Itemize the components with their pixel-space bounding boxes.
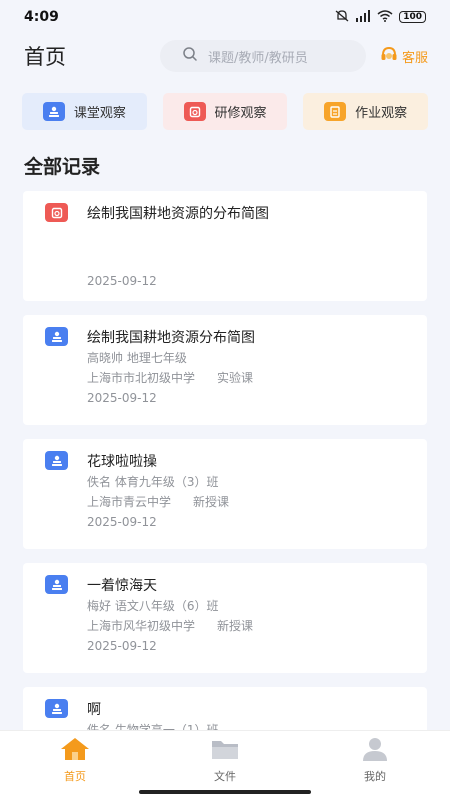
record-school: 上海市风华初级中学 [87,619,196,633]
classroom-observation-button[interactable]: 课堂观察 [22,93,147,130]
record-card[interactable]: 绘制我国耕地资源分布简图 高晓帅 地理七年级 上海市市北初级中学 实验课 2025… [23,315,427,425]
page-title: 首页 [24,45,66,69]
record-card[interactable]: 一着惊海天 梅好 语文八年级（6）班 上海市风华初级中学 新授课 2025-09-… [23,563,427,673]
record-title: 绘制我国耕地资源的分布简图 [87,206,269,222]
record-date: 2025-09-12 [87,274,157,288]
record-lesson-type: 实验课 [217,371,254,385]
record-lesson-type: 新授课 [217,619,254,633]
record-school-row: 上海市风华初级中学 新授课 [87,616,427,636]
classroom-icon [45,699,68,718]
customer-service-button[interactable]: 客服 [380,46,428,66]
research-icon [183,102,206,121]
nav-profile[interactable]: 我的 [300,731,450,800]
classroom-icon [42,102,65,121]
nav-label: 文件 [214,770,236,783]
classroom-icon [45,327,68,346]
record-title: 绘制我国耕地资源分布简图 [87,330,255,346]
record-school-row: 上海市青云中学 新授课 [87,492,427,512]
search-input[interactable]: 课题/教师/教研员 [159,40,366,72]
record-date: 2025-09-12 [87,639,157,653]
record-title: 啊 [87,702,101,718]
record-card[interactable]: 绘制我国耕地资源的分布简图 2025-09-12 [23,191,427,301]
mute-icon [335,9,349,25]
record-teacher [87,224,427,264]
research-icon [45,203,68,222]
search-icon [182,46,198,66]
record-teacher: 梅好 语文八年级（6）班 [87,599,219,613]
record-card[interactable]: 花球啦啦操 佚名 体育九年级（3）班 上海市青云中学 新授课 2025-09-12 [23,439,427,549]
quick-label: 作业观察 [355,106,408,121]
record-school: 上海市青云中学 [87,495,172,509]
status-bar: 4:09 100 [0,0,450,34]
nav-label: 首页 [64,770,86,783]
quick-label: 课堂观察 [73,106,126,121]
battery-icon: 100 [399,11,426,23]
status-icons: 100 [335,9,426,25]
section-title: 全部记录 [24,156,101,178]
record-school-row: 上海市市北初级中学 实验课 [87,368,427,388]
signal-icon [355,9,371,25]
homework-observation-button[interactable]: 作业观察 [303,93,429,130]
homework-icon [324,102,347,121]
headset-icon [380,46,398,66]
record-date: 2025-09-12 [87,515,157,529]
wifi-icon [377,9,393,25]
customer-service-label: 客服 [401,50,428,66]
quick-label: 研修观察 [214,106,267,121]
research-observation-button[interactable]: 研修观察 [162,93,288,130]
record-list: 绘制我国耕地资源的分布简图 2025-09-12 绘制我国耕地资源分布简图 高晓… [0,191,450,797]
classroom-icon [45,451,68,470]
home-icon [60,737,90,764]
quick-actions: 课堂观察 研修观察 作业观察 [0,93,450,130]
home-indicator [139,790,311,794]
nav-home[interactable]: 首页 [0,731,150,800]
search-placeholder: 课题/教师/教研员 [207,50,308,66]
classroom-icon [45,575,68,594]
user-icon [360,737,390,764]
record-lesson-type: 新授课 [193,495,230,509]
record-teacher: 佚名 体育九年级（3）班 [87,475,219,489]
record-teacher: 高晓帅 地理七年级 [87,351,187,365]
status-time: 4:09 [24,9,59,25]
record-school: 上海市市北初级中学 [87,371,196,385]
record-title: 一着惊海天 [87,578,157,594]
record-date: 2025-09-12 [87,391,157,405]
record-title: 花球啦啦操 [87,454,157,470]
folder-icon [210,737,240,764]
nav-label: 我的 [364,770,386,783]
header: 首页 课题/教师/教研员 客服 [0,34,450,78]
